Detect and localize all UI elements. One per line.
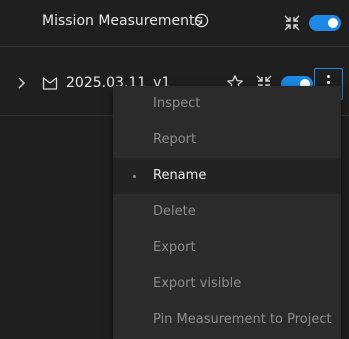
collapse-icon[interactable] bbox=[283, 14, 301, 32]
flag-icon bbox=[42, 77, 58, 90]
menu-item-export-visible[interactable]: Export visible bbox=[113, 266, 341, 302]
chevron-right-icon[interactable] bbox=[16, 77, 26, 89]
bullet-icon bbox=[133, 175, 136, 178]
menu-item-delete[interactable]: Delete bbox=[113, 194, 341, 230]
menu-item-rename[interactable]: Rename bbox=[113, 158, 341, 194]
info-icon[interactable] bbox=[194, 13, 209, 28]
mission-measurements-header: Mission Measurements bbox=[0, 0, 349, 47]
more-vertical-icon bbox=[327, 75, 330, 78]
menu-item-report[interactable]: Report bbox=[113, 122, 341, 158]
section-title: Mission Measurements bbox=[42, 13, 202, 29]
header-visibility-toggle[interactable] bbox=[309, 15, 341, 31]
menu-item-inspect[interactable]: Inspect bbox=[113, 86, 341, 122]
context-menu: Inspect Report Rename Delete Export Expo… bbox=[113, 86, 341, 339]
menu-item-pin-measurement[interactable]: Pin Measurement to Project bbox=[113, 302, 341, 338]
menu-item-export[interactable]: Export bbox=[113, 230, 341, 266]
